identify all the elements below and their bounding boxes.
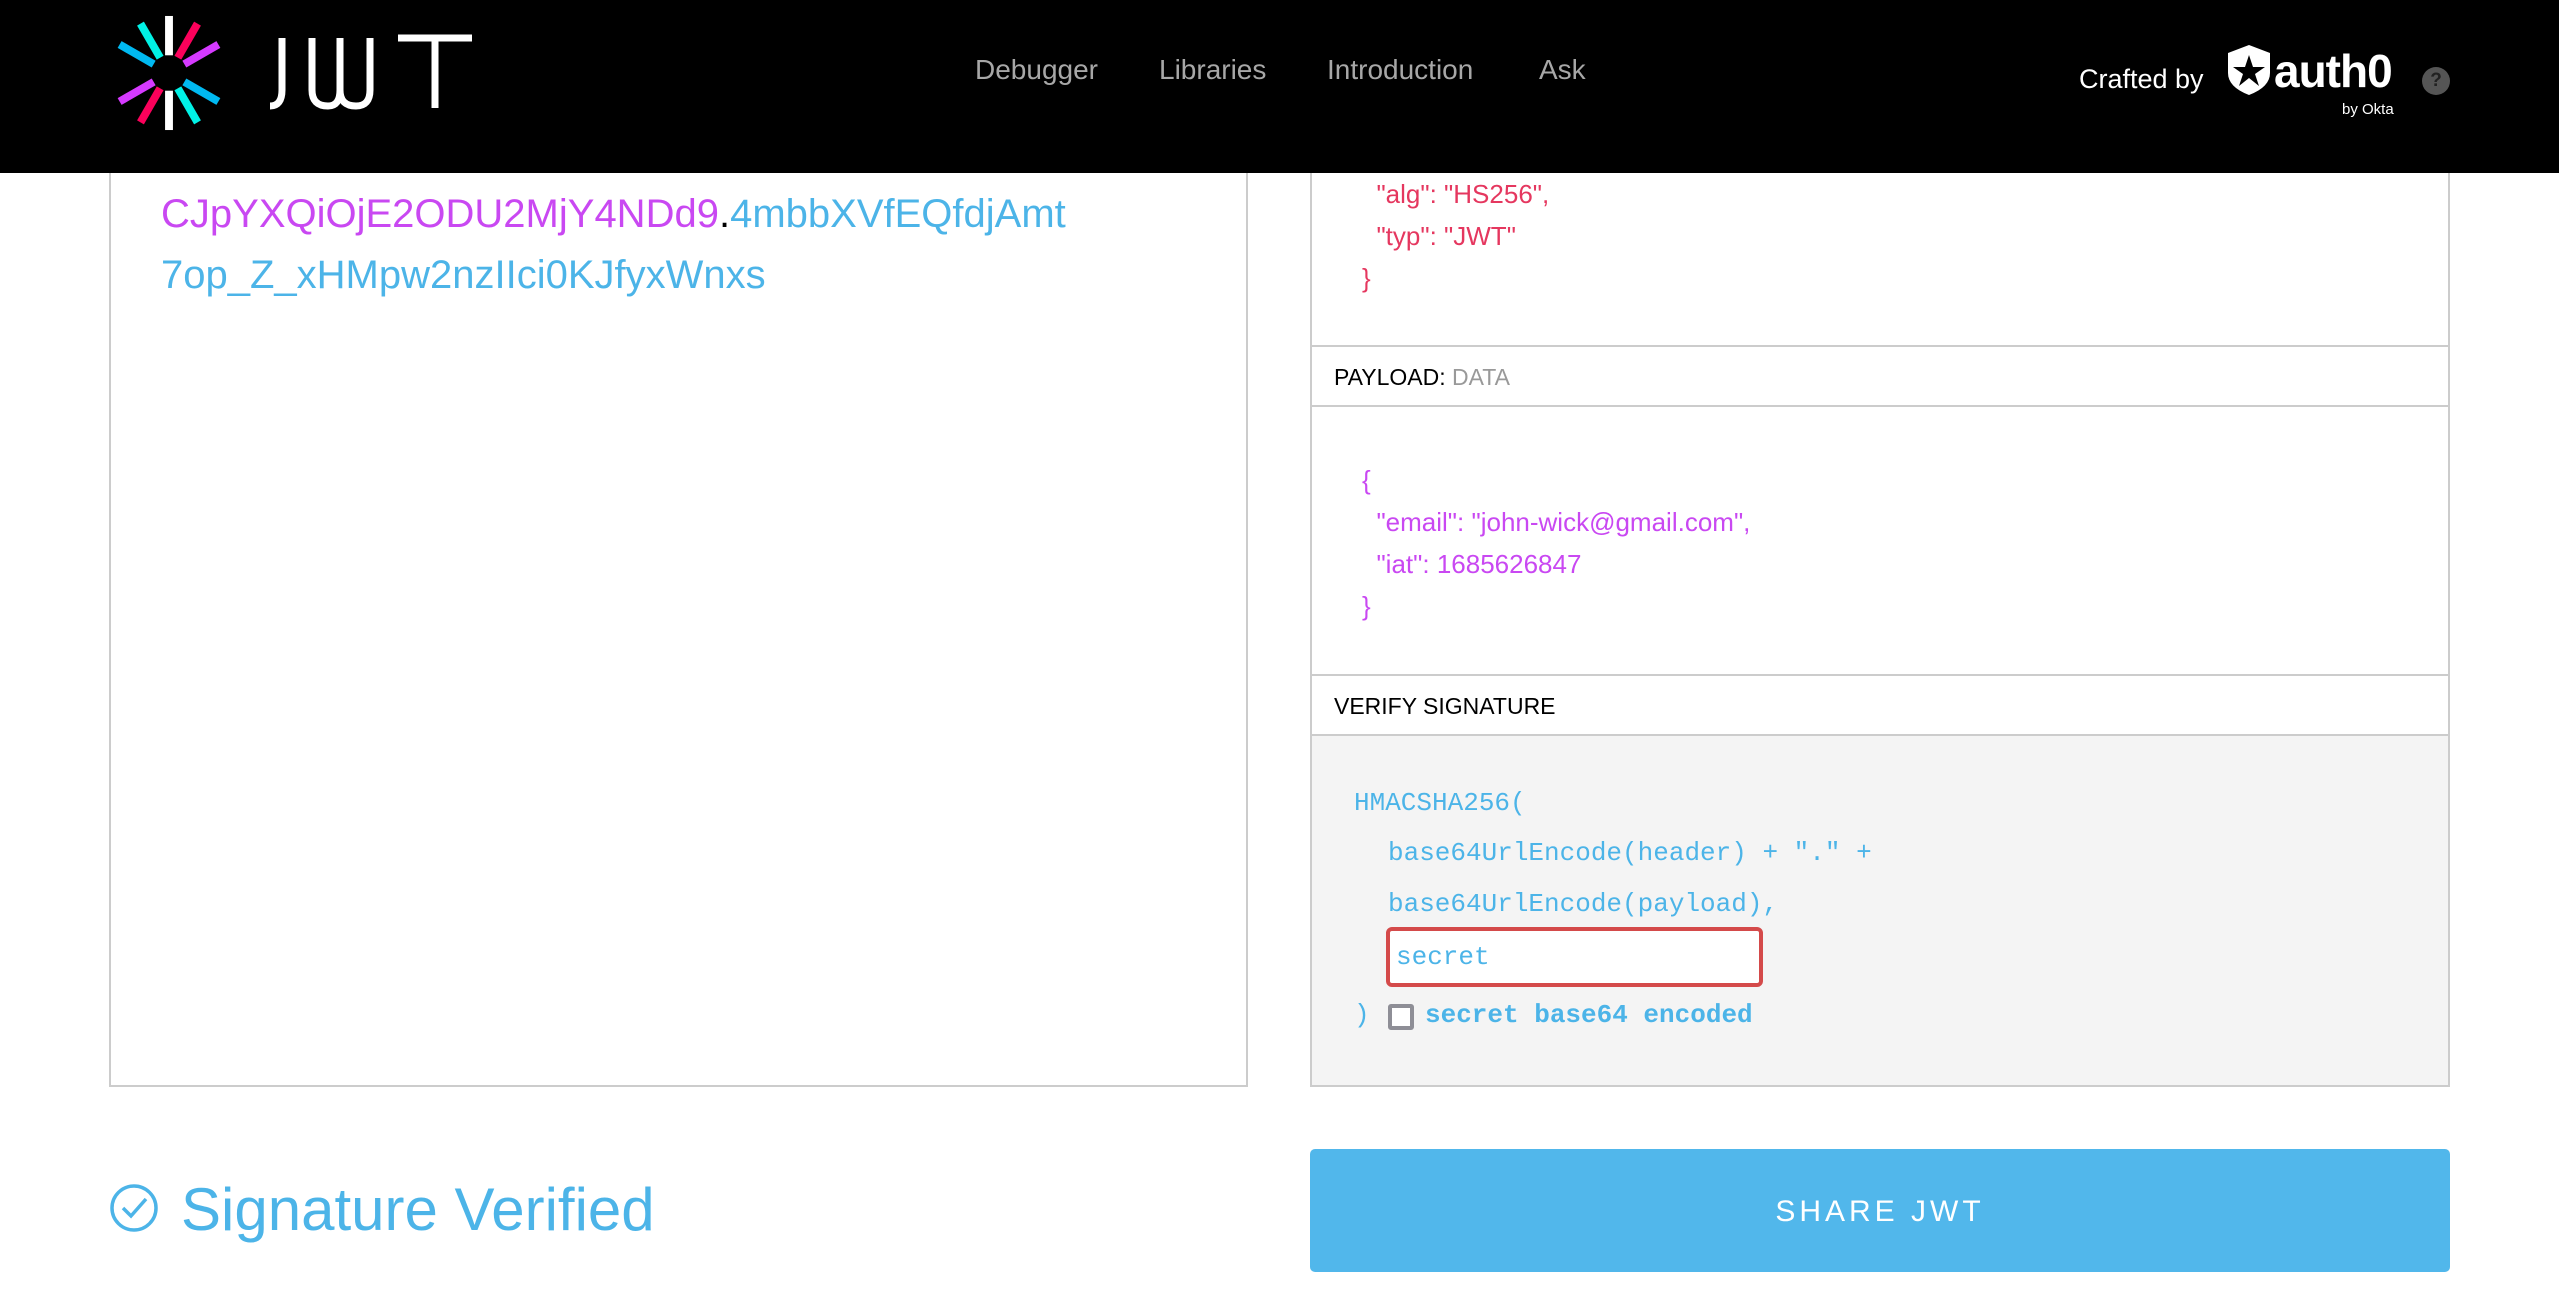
- by-okta-label: by Okta: [2342, 101, 2394, 118]
- sig-header-line: base64UrlEncode(header) + "." +: [1388, 838, 1872, 868]
- auth0-wordmark: auth0: [2274, 45, 2393, 97]
- encoded-signature-part: 4mbbXVfEQfdjAmt: [730, 192, 1066, 236]
- secret-input[interactable]: [1386, 927, 1763, 987]
- auth0-logo[interactable]: auth0: [2228, 44, 2393, 98]
- decoded-panel: "alg": "HS256", "typ": "JWT" } PAYLOAD: …: [1310, 100, 2450, 1087]
- verify-signature-body: HMACSHA256( base64UrlEncode(header) + ".…: [1312, 736, 2448, 1085]
- check-circle-icon: [110, 1184, 158, 1232]
- share-jwt-button[interactable]: SHARE JWT: [1310, 1149, 2450, 1272]
- header-json-line: }: [1362, 263, 1371, 293]
- jwt-logo-icon[interactable]: [104, 14, 234, 132]
- encoded-signature-line: 7op_Z_xHMpw2nzIIci0KJfyxWnxs: [161, 253, 766, 297]
- header-json-line: "alg": "HS256",: [1362, 179, 1550, 209]
- payload-section-label: PAYLOAD: DATA: [1312, 345, 2448, 407]
- payload-json-line: "iat": 1685626847: [1362, 549, 1582, 579]
- payload-json-line: "email": "john-wick@gmail.com",: [1362, 507, 1751, 537]
- sig-payload-line: base64UrlEncode(payload),: [1388, 889, 1779, 919]
- nav-ask[interactable]: Ask: [1539, 54, 1586, 86]
- nav-debugger[interactable]: Debugger: [975, 54, 1098, 86]
- hmac-function: HMACSHA256(: [1354, 788, 1526, 818]
- signature-verified-text: Signature Verified: [181, 1176, 655, 1243]
- crafted-by-label: Crafted by: [2079, 64, 2204, 94]
- nav-introduction[interactable]: Introduction: [1327, 54, 1473, 86]
- payload-label: PAYLOAD:: [1334, 364, 1446, 390]
- encoded-token-panel[interactable]: CJpYXQiOjE2ODU2MjY4NDd9.4mbbXVfEQfdjAmt …: [109, 100, 1248, 1087]
- header-json-line: "typ": "JWT": [1362, 221, 1516, 251]
- auth0-shield-icon: [2228, 45, 2270, 95]
- payload-json-line: }: [1362, 591, 1371, 621]
- encoded-line: CJpYXQiOjE2ODU2MjY4NDd9.4mbbXVfEQfdjAmt: [161, 192, 1066, 237]
- payload-sub-label: DATA: [1452, 364, 1510, 390]
- nav-libraries[interactable]: Libraries: [1159, 54, 1266, 86]
- token-dot: .: [718, 192, 731, 236]
- base64-encoded-label[interactable]: secret base64 encoded: [1425, 1000, 1753, 1030]
- encoded-payload-part: CJpYXQiOjE2ODU2MjY4NDd9: [161, 192, 719, 236]
- top-nav-bar: Debugger Libraries Introduction Ask Craf…: [0, 0, 2559, 173]
- base64-encoded-checkbox[interactable]: [1388, 1004, 1414, 1030]
- jwt-wordmark: [269, 34, 472, 110]
- help-icon[interactable]: ?: [2422, 67, 2450, 95]
- verify-signature-label: VERIFY SIGNATURE: [1312, 674, 2448, 736]
- close-paren: ): [1354, 1000, 1370, 1030]
- signature-status: Signature Verified: [109, 1176, 655, 1243]
- payload-json-line: {: [1362, 465, 1371, 495]
